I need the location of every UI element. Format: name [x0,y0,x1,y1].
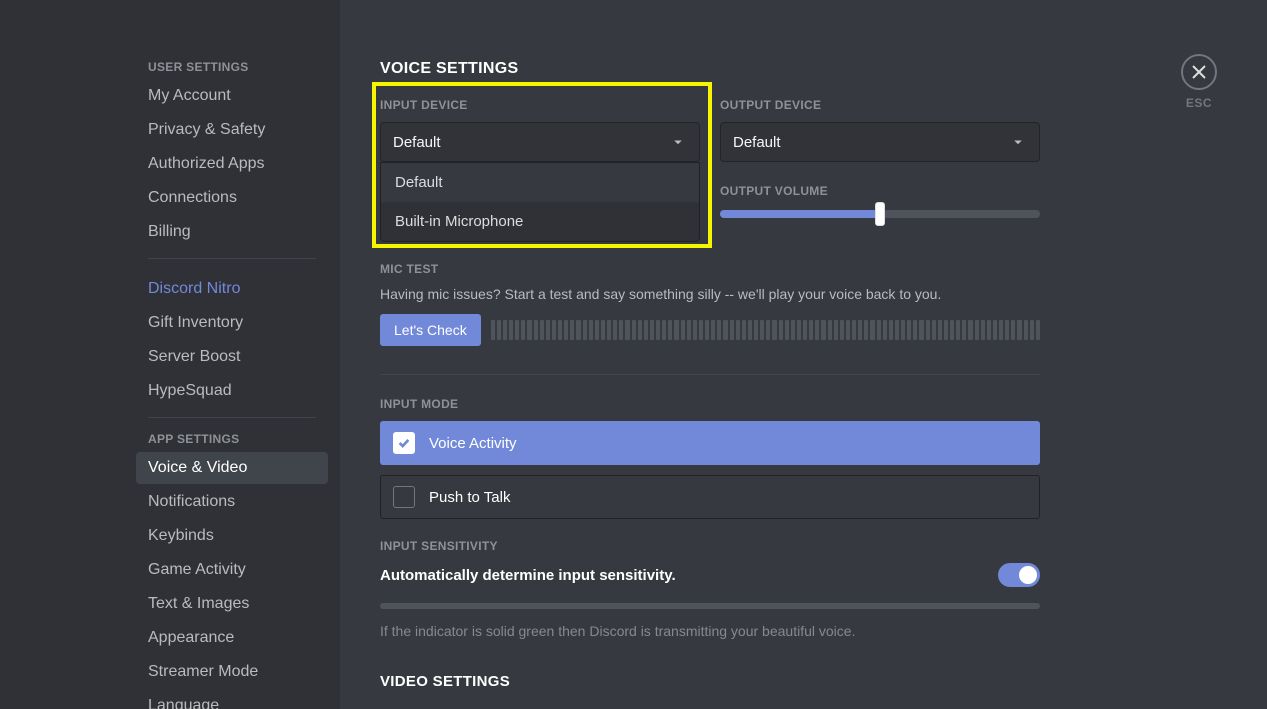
sidebar-item-authorized-apps[interactable]: Authorized Apps [136,148,328,180]
sidebar-item-streamer-mode[interactable]: Streamer Mode [136,656,328,688]
sidebar-item-discord-nitro[interactable]: Discord Nitro [136,273,328,305]
sidebar-item-server-boost[interactable]: Server Boost [136,341,328,373]
input-device-select[interactable]: Default [380,122,700,162]
divider [380,374,1040,375]
settings-sidebar: USER SETTINGS My Account Privacy & Safet… [0,0,340,709]
esc-label: ESC [1186,96,1212,110]
sidebar-item-billing[interactable]: Billing [136,216,328,248]
checkbox-unchecked-icon [393,486,415,508]
input-device-dropdown: Default Built-in Microphone [380,162,700,242]
sidebar-item-text-images[interactable]: Text & Images [136,588,328,620]
mic-test-description: Having mic issues? Start a test and say … [380,286,1040,302]
sidebar-header-user-settings: USER SETTINGS [148,60,328,74]
checkbox-checked-icon [393,432,415,454]
mic-test-label: MIC TEST [380,262,1040,276]
sidebar-item-game-activity[interactable]: Game Activity [136,554,328,586]
input-device-label: INPUT DEVICE [380,98,700,112]
auto-sensitivity-toggle[interactable] [998,563,1040,587]
sidebar-item-privacy-safety[interactable]: Privacy & Safety [136,114,328,146]
close-icon [1191,64,1207,80]
dropdown-option-built-in-mic[interactable]: Built-in Microphone [381,202,699,241]
output-device-label: OUTPUT DEVICE [720,98,1040,112]
input-device-value: Default [393,134,441,151]
sidebar-separator [148,417,316,418]
chevron-down-icon [1009,133,1027,151]
output-device-select[interactable]: Default [720,122,1040,162]
mode-label: Push to Talk [429,489,510,506]
sensitivity-description: If the indicator is solid green then Dis… [380,623,1040,639]
sensitivity-indicator [380,603,1040,609]
sidebar-item-notifications[interactable]: Notifications [136,486,328,518]
video-settings-title: VIDEO SETTINGS [380,673,1040,690]
input-mode-voice-activity[interactable]: Voice Activity [380,421,1040,465]
output-volume-label: OUTPUT VOLUME [720,184,1040,198]
input-mode-push-to-talk[interactable]: Push to Talk [380,475,1040,519]
slider-fill [720,210,880,218]
dropdown-option-default[interactable]: Default [381,163,699,202]
mic-test-button[interactable]: Let's Check [380,314,481,346]
sidebar-item-my-account[interactable]: My Account [136,80,328,112]
chevron-down-icon [669,133,687,151]
page-title: VOICE SETTINGS [380,60,1040,78]
input-mode-label: INPUT MODE [380,397,1040,411]
sidebar-item-appearance[interactable]: Appearance [136,622,328,654]
sidebar-item-connections[interactable]: Connections [136,182,328,214]
mode-label: Voice Activity [429,435,517,452]
sidebar-item-gift-inventory[interactable]: Gift Inventory [136,307,328,339]
output-device-value: Default [733,134,781,151]
sidebar-separator [148,258,316,259]
toggle-knob [1019,566,1037,584]
input-sensitivity-label: INPUT SENSITIVITY [380,539,1040,553]
sidebar-item-keybinds[interactable]: Keybinds [136,520,328,552]
mic-level-meter [491,320,1040,340]
slider-thumb[interactable] [875,202,885,226]
sidebar-item-hypesquad[interactable]: HypeSquad [136,375,328,407]
output-volume-slider[interactable] [720,210,1040,218]
close-settings-button[interactable]: ESC [1181,54,1217,110]
sidebar-item-voice-video[interactable]: Voice & Video [136,452,328,484]
sidebar-item-language[interactable]: Language [136,690,328,709]
auto-sensitivity-label: Automatically determine input sensitivit… [380,567,676,584]
settings-content: ESC VOICE SETTINGS INPUT DEVICE Default … [340,0,1267,709]
sidebar-header-app-settings: APP SETTINGS [148,432,328,446]
